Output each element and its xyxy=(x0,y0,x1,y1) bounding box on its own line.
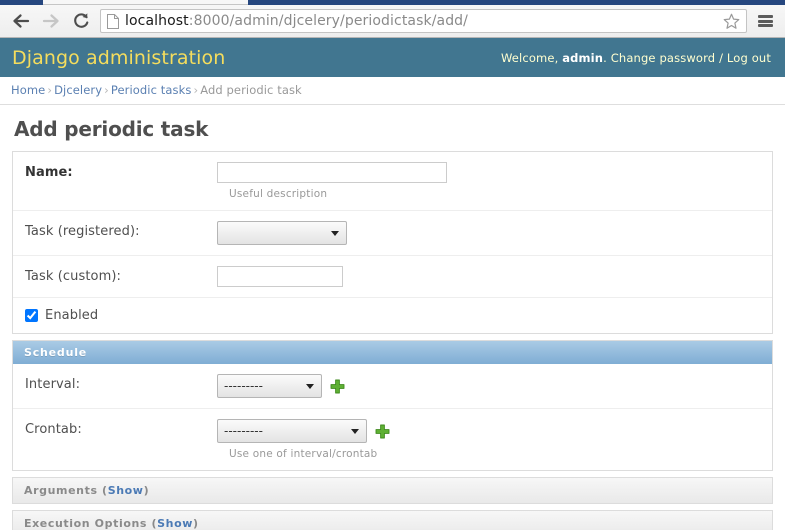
form-row-crontab: Crontab: --------- Use one of i xyxy=(13,409,772,470)
label-crontab: Crontab: xyxy=(25,419,217,437)
paren-close: ) xyxy=(193,517,199,530)
breadcrumb-item-current: Add periodic task xyxy=(200,83,302,97)
form-row-name: Name: Useful description xyxy=(13,152,772,211)
paren-close: ) xyxy=(144,484,150,497)
reload-icon[interactable] xyxy=(66,7,96,35)
change-password-link[interactable]: Change password xyxy=(611,51,716,65)
fieldset-arguments-label: Arguments xyxy=(24,484,98,497)
fieldset-heading-arguments: Arguments (Show) xyxy=(13,478,772,503)
browser-tab-active[interactable] xyxy=(43,0,165,5)
form-row-task-registered: Task (registered): xyxy=(13,211,772,256)
label-enabled: Enabled xyxy=(45,308,98,323)
task-registered-select-wrapper xyxy=(217,221,347,245)
breadcrumb-item-home[interactable]: Home xyxy=(11,83,45,97)
username-label: admin xyxy=(562,51,603,65)
hamburger-line xyxy=(758,24,773,27)
breadcrumb-item-periodic-tasks[interactable]: Periodic tasks xyxy=(111,83,192,97)
help-text-name: Useful description xyxy=(229,188,760,200)
interval-select[interactable]: --------- xyxy=(217,374,322,398)
breadcrumb-separator: › xyxy=(102,83,111,97)
admin-header: Django administration Welcome, admin. Ch… xyxy=(0,38,785,77)
enabled-checkbox[interactable] xyxy=(25,309,38,322)
add-plus-icon-interval[interactable] xyxy=(330,379,345,394)
fieldset-main: Name: Useful description Task (registere… xyxy=(12,151,773,334)
label-task-registered: Task (registered): xyxy=(25,221,217,239)
user-tools-separator: / xyxy=(719,51,723,65)
content-area: Add periodic task Name: Useful descripti… xyxy=(0,105,785,530)
welcome-text: Welcome, xyxy=(501,51,558,65)
add-plus-icon-crontab[interactable] xyxy=(375,424,390,439)
fieldset-execution-options-label: Execution Options xyxy=(24,517,147,530)
user-tools: Welcome, admin. Change password / Log ou… xyxy=(501,51,771,65)
forward-arrow-icon xyxy=(36,7,66,35)
breadcrumb-item-djcelery[interactable]: Djcelery xyxy=(54,83,102,97)
crontab-select[interactable]: --------- xyxy=(217,419,367,443)
name-input[interactable] xyxy=(217,162,447,183)
fieldset-arguments: Arguments (Show) xyxy=(12,477,773,504)
hamburger-menu-icon[interactable] xyxy=(753,14,777,29)
welcome-punct: . xyxy=(603,51,607,65)
back-arrow-icon[interactable] xyxy=(6,7,36,35)
execution-options-show-link[interactable]: Show xyxy=(157,517,193,530)
label-name: Name: xyxy=(25,162,217,180)
logout-link[interactable]: Log out xyxy=(727,51,771,65)
page-document-icon xyxy=(107,14,119,29)
form-row-enabled: Enabled xyxy=(13,298,772,333)
browser-tab-secondary[interactable] xyxy=(165,0,248,5)
breadcrumb-separator: › xyxy=(45,83,54,97)
bookmark-star-icon[interactable] xyxy=(720,13,742,30)
browser-toolbar: localhost:8000/admin/djcelery/periodicta… xyxy=(0,5,785,37)
fieldset-heading-execution-options: Execution Options (Show) xyxy=(13,511,772,530)
label-interval: Interval: xyxy=(25,374,217,392)
interval-select-wrapper: --------- xyxy=(217,374,322,398)
crontab-select-wrapper: --------- xyxy=(217,419,367,443)
hamburger-line xyxy=(758,20,773,23)
address-bar[interactable]: localhost:8000/admin/djcelery/periodicta… xyxy=(100,9,747,33)
address-bar-text: localhost:8000/admin/djcelery/periodicta… xyxy=(125,13,720,29)
fieldset-execution-options: Execution Options (Show) xyxy=(12,510,773,530)
task-custom-input[interactable] xyxy=(217,266,343,287)
page-title: Add periodic task xyxy=(14,117,773,141)
arguments-show-link[interactable]: Show xyxy=(108,484,144,497)
url-host: localhost xyxy=(125,13,189,29)
url-path: :8000/admin/djcelery/periodictask/add/ xyxy=(189,13,468,29)
hamburger-line xyxy=(758,15,773,18)
site-branding[interactable]: Django administration xyxy=(12,47,225,69)
browser-tab-strip xyxy=(0,0,785,5)
breadcrumb: Home›Djcelery›Periodic tasks›Add periodi… xyxy=(0,77,785,105)
task-registered-select[interactable] xyxy=(217,221,347,245)
breadcrumb-separator: › xyxy=(191,83,200,97)
label-task-custom: Task (custom): xyxy=(25,266,217,284)
browser-chrome: localhost:8000/admin/djcelery/periodicta… xyxy=(0,0,785,38)
help-text-crontab: Use one of interval/crontab xyxy=(229,448,760,460)
fieldset-heading-schedule: Schedule xyxy=(13,341,772,364)
fieldset-schedule: Schedule Interval: --------- xyxy=(12,340,773,471)
form-row-interval: Interval: --------- xyxy=(13,364,772,409)
form-row-task-custom: Task (custom): xyxy=(13,256,772,298)
